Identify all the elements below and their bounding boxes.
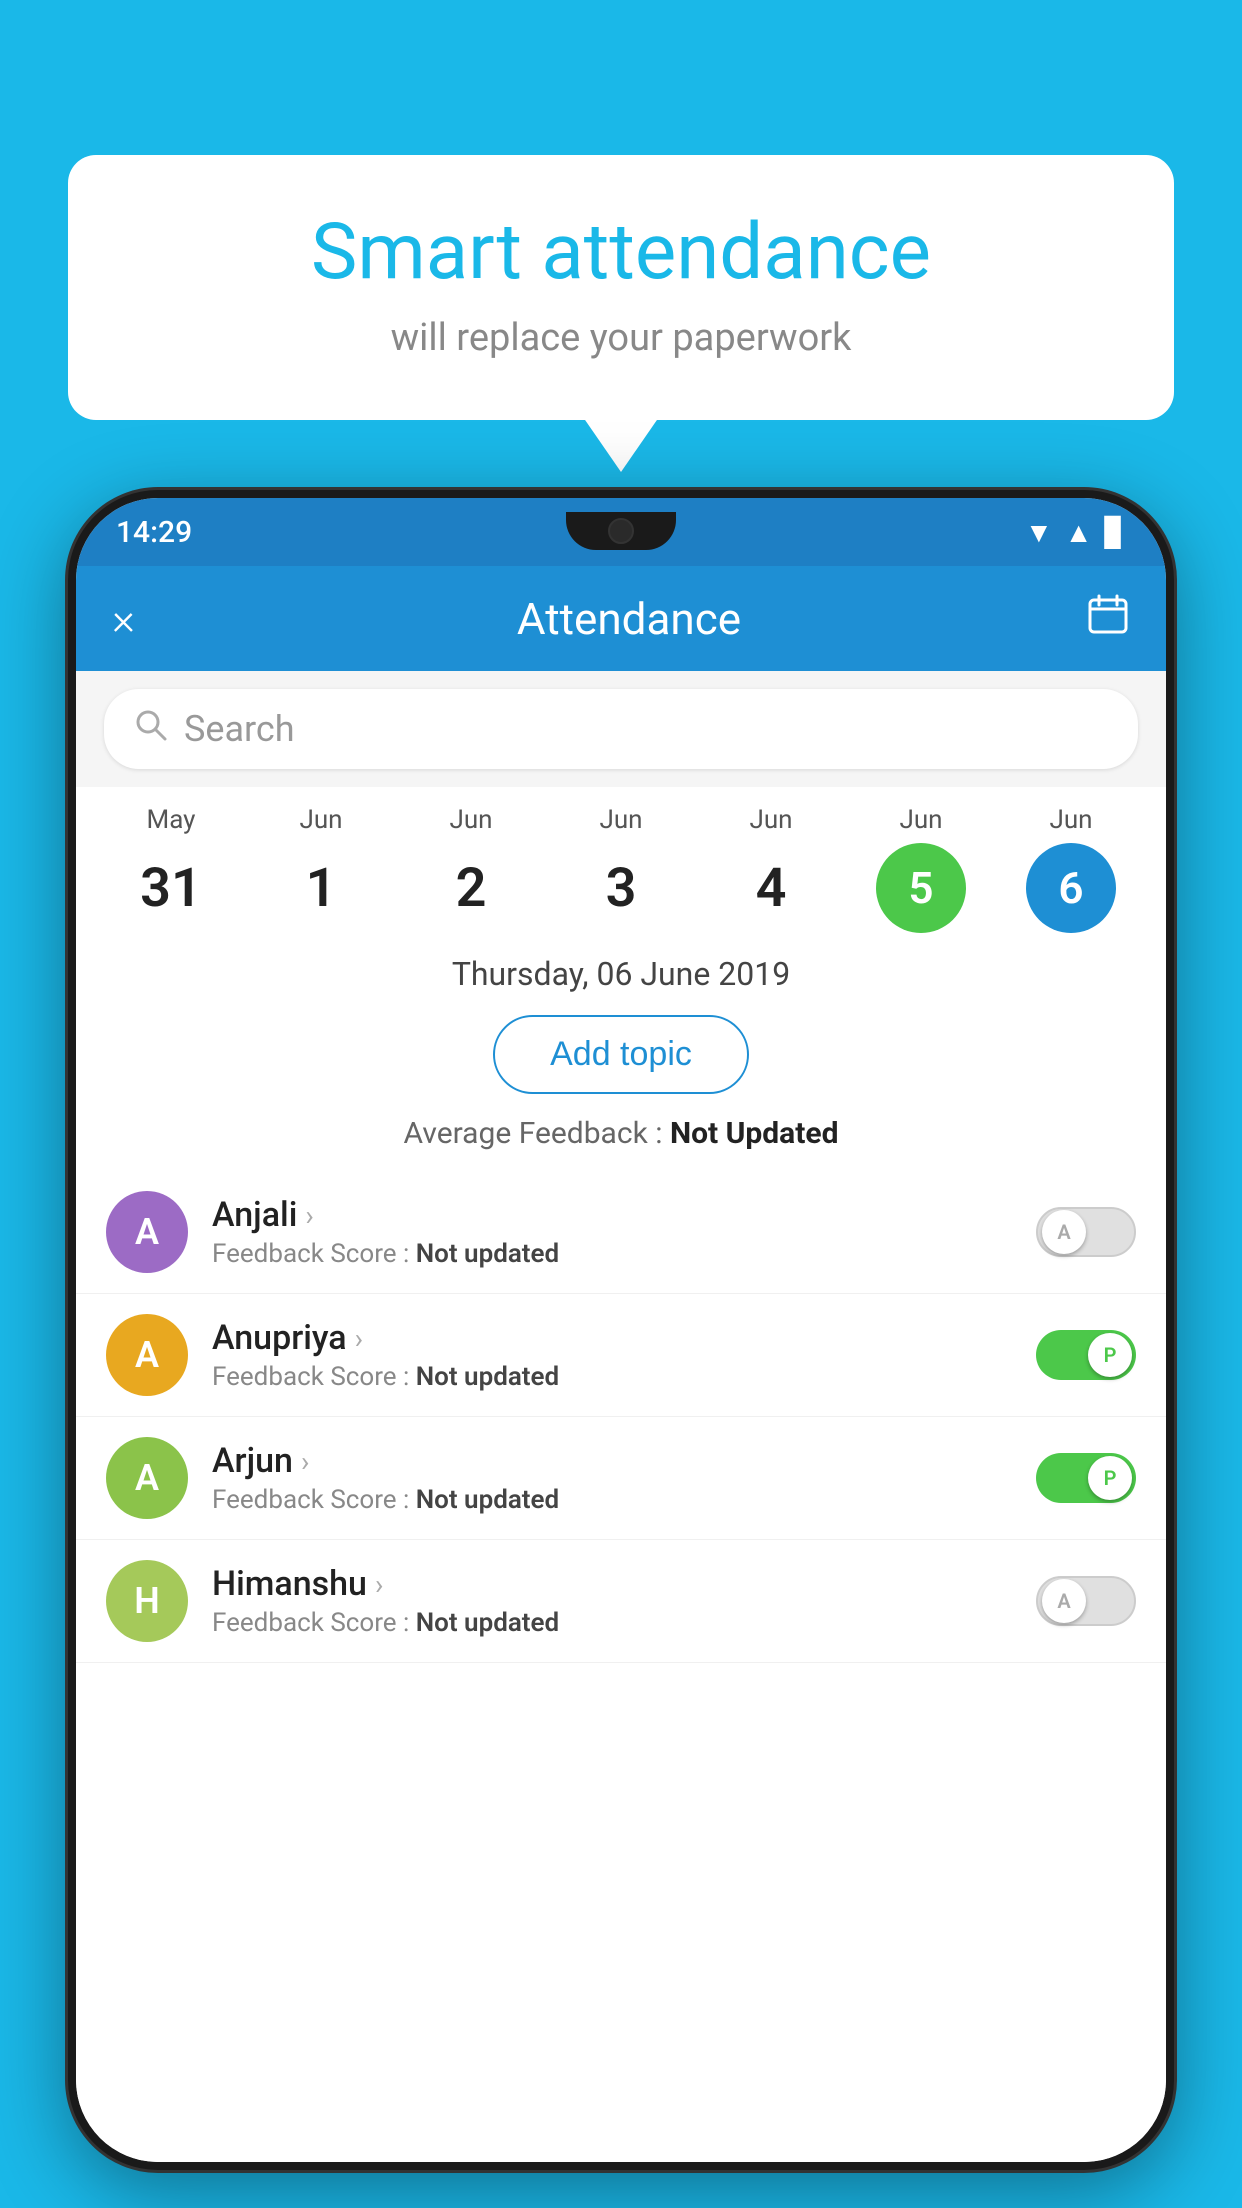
- avg-feedback-value: Not Updated: [670, 1116, 839, 1151]
- date-number[interactable]: 1: [276, 843, 366, 933]
- student-name-row: Himanshu›: [212, 1564, 1036, 1604]
- status-time: 14:29: [116, 515, 192, 550]
- feedback-score: Feedback Score : Not updated: [212, 1239, 1036, 1269]
- avg-feedback-label: Average Feedback :: [404, 1116, 670, 1151]
- phone-notch: [566, 512, 676, 550]
- student-name-row: Anjali›: [212, 1195, 1036, 1235]
- search-placeholder: Search: [184, 708, 295, 750]
- date-cell[interactable]: May 31: [121, 805, 221, 933]
- close-button[interactable]: ×: [112, 593, 172, 645]
- date-strip: May 31 Jun 1 Jun 2 Jun 3 Jun 4 Jun 5 Jun 6: [76, 787, 1166, 933]
- toggle-circle: P: [1088, 1456, 1132, 1500]
- signal-icon: ▲: [1065, 516, 1093, 549]
- bubble-subtitle: will replace your paperwork: [128, 316, 1114, 360]
- chevron-right-icon: ›: [375, 1568, 383, 1601]
- feedback-score: Feedback Score : Not updated: [212, 1608, 1036, 1638]
- date-cell[interactable]: Jun 5: [871, 805, 971, 933]
- student-name: Anupriya: [212, 1318, 347, 1358]
- student-item[interactable]: AAnjali›Feedback Score : Not updatedA: [76, 1171, 1166, 1294]
- toggle-circle: P: [1088, 1333, 1132, 1377]
- date-cell[interactable]: Jun 2: [421, 805, 521, 933]
- date-number[interactable]: 2: [426, 843, 516, 933]
- date-number[interactable]: 31: [126, 843, 216, 933]
- student-info: Himanshu› Feedback Score : Not updated: [212, 1564, 1036, 1638]
- phone-frame: 14:29 ▼ ▲ ▊ × Attendance: [68, 490, 1174, 2170]
- toggle-switch[interactable]: P: [1036, 1453, 1136, 1503]
- student-info: Arjun› Feedback Score : Not updated: [212, 1441, 1036, 1515]
- status-icons: ▼ ▲ ▊: [1025, 516, 1126, 549]
- student-item[interactable]: A Anupriya› Feedback Score : Not updated P: [76, 1294, 1166, 1417]
- app-title: Attendance: [172, 593, 1086, 645]
- student-info: Anjali› Feedback Score : Not updated: [212, 1195, 1036, 1269]
- date-month: Jun: [599, 805, 642, 835]
- student-name-row: Arjun›: [212, 1441, 1036, 1481]
- search-container: Search: [76, 671, 1166, 787]
- speech-bubble-container: Smart attendance will replace your paper…: [68, 155, 1174, 420]
- bubble-title: Smart attendance: [128, 210, 1114, 296]
- date-cell[interactable]: Jun 3: [571, 805, 671, 933]
- avatar: H: [106, 1560, 188, 1642]
- student-item[interactable]: H Himanshu› Feedback Score : Not updatedA: [76, 1540, 1166, 1663]
- avg-feedback: Average Feedback : Not Updated: [76, 1108, 1166, 1171]
- date-number[interactable]: 6: [1026, 843, 1116, 933]
- student-list: AAnjali›Feedback Score : Not updatedAAAn…: [76, 1171, 1166, 2162]
- date-month: Jun: [449, 805, 492, 835]
- chevron-right-icon: ›: [355, 1322, 363, 1355]
- date-number[interactable]: 5: [876, 843, 966, 933]
- wifi-icon: ▼: [1025, 516, 1053, 549]
- avatar: A: [106, 1191, 188, 1273]
- add-topic-wrap: Add topic: [76, 1005, 1166, 1108]
- student-name: Himanshu: [212, 1564, 367, 1604]
- feedback-score: Feedback Score : Not updated: [212, 1362, 1036, 1392]
- student-name: Anjali: [212, 1195, 297, 1235]
- student-name: Arjun: [212, 1441, 293, 1481]
- phone-screen: 14:29 ▼ ▲ ▊ × Attendance: [76, 498, 1166, 2162]
- phone-container: 14:29 ▼ ▲ ▊ × Attendance: [68, 490, 1174, 2208]
- add-topic-button[interactable]: Add topic: [493, 1015, 749, 1094]
- date-cell[interactable]: Jun 6: [1021, 805, 1121, 933]
- toggle-switch[interactable]: P: [1036, 1330, 1136, 1380]
- date-month: Jun: [899, 805, 942, 835]
- date-month: Jun: [299, 805, 342, 835]
- search-bar[interactable]: Search: [104, 689, 1138, 769]
- selected-date-label: Thursday, 06 June 2019: [76, 933, 1166, 1005]
- toggle-switch[interactable]: A: [1036, 1207, 1136, 1257]
- avatar: A: [106, 1314, 188, 1396]
- date-month: Jun: [1049, 805, 1092, 835]
- front-camera: [608, 518, 634, 544]
- date-number[interactable]: 4: [726, 843, 816, 933]
- speech-bubble: Smart attendance will replace your paper…: [68, 155, 1174, 420]
- search-icon: [134, 708, 168, 751]
- toggle-circle: A: [1042, 1579, 1086, 1623]
- date-cell[interactable]: Jun 4: [721, 805, 821, 933]
- attendance-toggle[interactable]: A: [1036, 1207, 1136, 1257]
- content-area: Search May 31 Jun 1 Jun 2 Jun 3 Jun 4 Jun 5 Jun 6 Thu…: [76, 671, 1166, 2162]
- toggle-circle: A: [1042, 1210, 1086, 1254]
- date-number[interactable]: 3: [576, 843, 666, 933]
- chevron-right-icon: ›: [305, 1199, 313, 1232]
- avatar: A: [106, 1437, 188, 1519]
- battery-icon: ▊: [1104, 516, 1126, 549]
- student-item[interactable]: A Arjun› Feedback Score : Not updated P: [76, 1417, 1166, 1540]
- chevron-right-icon: ›: [301, 1445, 309, 1478]
- date-month: Jun: [749, 805, 792, 835]
- date-cell[interactable]: Jun 1: [271, 805, 371, 933]
- attendance-toggle[interactable]: P: [1036, 1453, 1136, 1503]
- date-month: May: [147, 805, 196, 835]
- student-name-row: Anupriya›: [212, 1318, 1036, 1358]
- attendance-toggle[interactable]: A: [1036, 1576, 1136, 1626]
- feedback-score: Feedback Score : Not updated: [212, 1485, 1036, 1515]
- app-bar: × Attendance: [76, 566, 1166, 671]
- attendance-toggle[interactable]: P: [1036, 1330, 1136, 1380]
- calendar-button[interactable]: [1086, 592, 1130, 646]
- toggle-switch[interactable]: A: [1036, 1576, 1136, 1626]
- student-info: Anupriya› Feedback Score : Not updated: [212, 1318, 1036, 1392]
